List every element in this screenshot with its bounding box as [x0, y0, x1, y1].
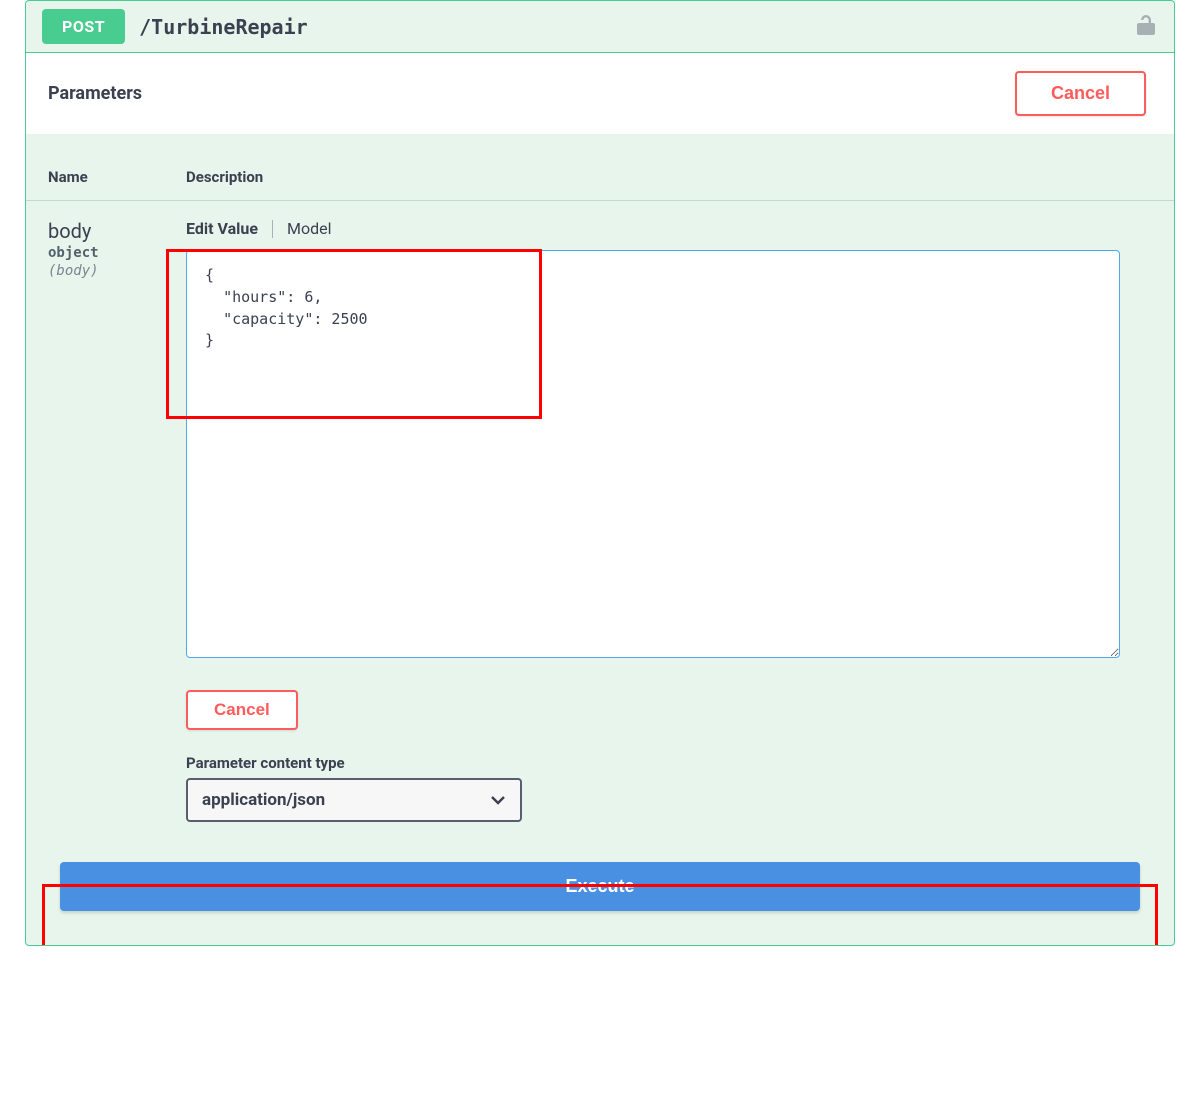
body-json-input[interactable] — [186, 250, 1120, 658]
content-type-label: Parameter content type — [186, 754, 1152, 772]
parameter-description-cell: Edit Value Model Cancel Parameter conten… — [186, 219, 1152, 822]
execute-button[interactable]: Execute — [60, 862, 1140, 911]
parameter-in: (body) — [48, 263, 186, 279]
column-header-name: Name — [48, 168, 186, 186]
unlock-icon[interactable] — [1136, 13, 1156, 41]
parameter-type: object — [48, 245, 186, 261]
content-type-select[interactable]: application/json — [186, 778, 522, 822]
column-header-description: Description — [186, 168, 1152, 186]
content-type-section: Parameter content type application/json — [186, 754, 1152, 822]
endpoint-path: /TurbineRepair — [139, 15, 308, 39]
parameter-name-cell: body object (body) — [48, 219, 186, 279]
tab-edit-value[interactable]: Edit Value — [186, 219, 258, 238]
operation-panel: POST /TurbineRepair Parameters Cancel Na… — [25, 0, 1175, 946]
chevron-down-icon — [490, 790, 506, 810]
http-method-badge: POST — [42, 9, 125, 44]
body-tabs: Edit Value Model — [186, 219, 1152, 238]
cancel-body-button[interactable]: Cancel — [186, 690, 298, 730]
execute-section: Execute — [26, 862, 1174, 945]
parameters-table-header: Name Description — [26, 168, 1174, 201]
parameter-name: body — [48, 219, 186, 243]
tab-separator — [272, 220, 273, 238]
content-type-value: application/json — [202, 790, 325, 810]
tab-model[interactable]: Model — [287, 219, 332, 238]
parameter-row: body object (body) Edit Value Model Canc… — [26, 201, 1174, 822]
parameters-title: Parameters — [48, 83, 142, 104]
operation-header[interactable]: POST /TurbineRepair — [26, 1, 1174, 53]
parameters-bar: Parameters Cancel — [26, 53, 1174, 134]
cancel-tryout-button[interactable]: Cancel — [1015, 71, 1146, 116]
